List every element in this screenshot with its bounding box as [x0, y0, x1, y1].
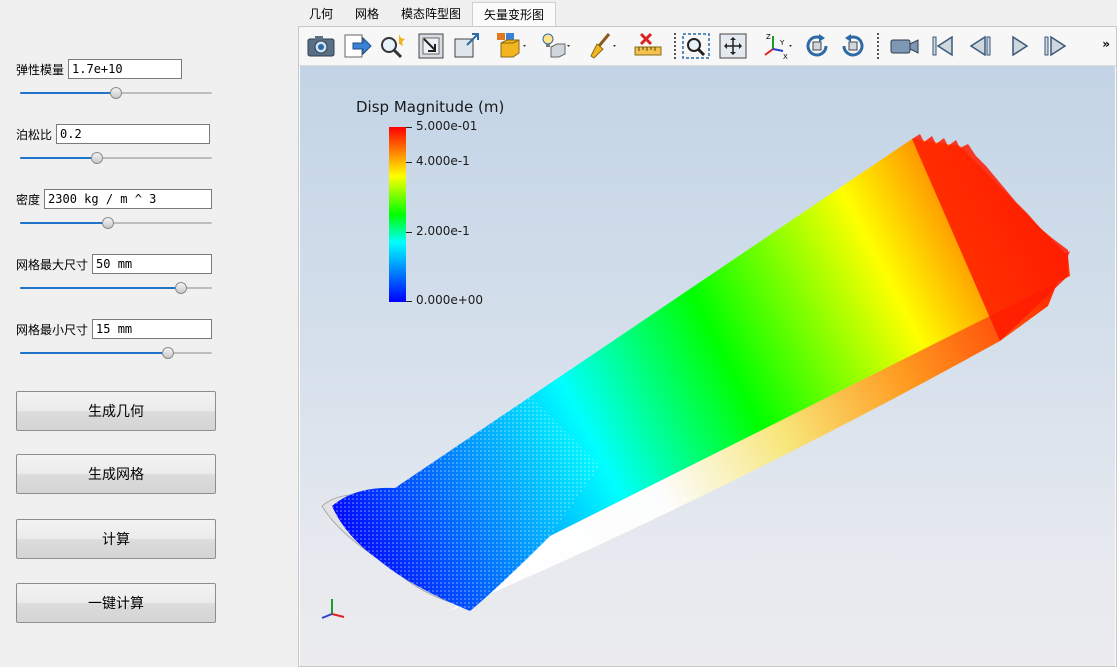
slider-handle[interactable]: [175, 282, 188, 294]
param-row-mesh-min-size: 网格最小尺寸: [16, 317, 213, 341]
legend-tick-mark: [406, 232, 412, 233]
svg-text:Z: Z: [766, 33, 771, 41]
zoom-box-icon[interactable]: [680, 31, 712, 61]
play-icon[interactable]: [1003, 31, 1035, 61]
legend-tick-mark: [406, 301, 412, 302]
legend-tick-label: 4.000e-1: [416, 154, 470, 168]
render-viewport[interactable]: Disp Magnitude (m) 5.000e-01 4.000e-1 2.…: [300, 66, 1115, 666]
slider-fill: [20, 287, 182, 289]
toolbar-separator: [877, 33, 879, 59]
poisson-ratio-label: 泊松比: [16, 127, 53, 142]
density-slider[interactable]: [20, 216, 212, 230]
legend-title: Disp Magnitude (m): [356, 98, 505, 116]
elastic-modulus-label: 弹性模量: [16, 62, 65, 77]
legend-tick-mark: [406, 127, 412, 128]
last-frame-icon[interactable]: [1039, 31, 1071, 61]
density-label: 密度: [16, 192, 41, 207]
compute-button[interactable]: 计算: [16, 519, 216, 559]
fit-view-icon[interactable]: [717, 31, 749, 61]
one-click-compute-button[interactable]: 一键计算: [16, 583, 216, 623]
light-bulb-icon[interactable]: [539, 31, 571, 61]
slider-handle[interactable]: [110, 87, 122, 99]
view-tabbar: 几何 网格 模态阵型图 矢量变形图: [298, 2, 557, 27]
generate-geometry-button[interactable]: 生成几何: [16, 391, 216, 431]
slider-fill: [20, 157, 97, 159]
record-camera-icon[interactable]: [889, 31, 921, 61]
mesh-max-size-slider[interactable]: [20, 281, 212, 295]
legend-tick-label: 5.000e-01: [416, 119, 478, 133]
color-legend-bar: [389, 127, 406, 302]
camera-icon[interactable]: [305, 31, 337, 61]
tab-vector-deformation[interactable]: 矢量变形图: [472, 2, 557, 27]
legend-tick-mark: [406, 162, 412, 163]
elastic-modulus-input[interactable]: [68, 59, 183, 79]
poisson-ratio-input[interactable]: [56, 124, 211, 144]
slider-handle[interactable]: [161, 347, 174, 359]
toolbar-separator: [674, 33, 676, 59]
param-row-density: 密度: [16, 187, 213, 211]
export-icon[interactable]: [341, 31, 373, 61]
param-row-mesh-max-size: 网格最大尺寸: [16, 252, 213, 276]
toolbar-overflow-button[interactable]: »: [1102, 37, 1110, 51]
svg-text:X: X: [783, 53, 788, 61]
zoom-magic-icon[interactable]: [377, 31, 409, 61]
first-frame-icon[interactable]: [927, 31, 959, 61]
mesh-speckle: [332, 396, 600, 611]
param-row-poisson-ratio: 泊松比: [16, 122, 211, 146]
rotate-ccw-icon[interactable]: [837, 31, 869, 61]
viewer-frame: ZYX » Disp Magnitude (m) 5.000e-01 4.000…: [298, 26, 1117, 667]
prev-frame-icon[interactable]: [965, 31, 997, 61]
rotate-cw-icon[interactable]: [801, 31, 833, 61]
mesh-min-size-input[interactable]: [92, 319, 213, 339]
slider-fill: [20, 352, 168, 354]
box-shading-icon[interactable]: [495, 31, 527, 61]
maximize-icon[interactable]: [451, 31, 483, 61]
legend-tick-label: 0.000e+00: [416, 293, 484, 307]
slider-fill: [20, 222, 109, 224]
slider-handle[interactable]: [90, 152, 103, 164]
elastic-modulus-slider[interactable]: [20, 86, 212, 100]
legend-tick-label: 2.000e-1: [416, 224, 470, 238]
tab-mesh[interactable]: 网格: [344, 2, 390, 26]
svg-text:Y: Y: [779, 39, 785, 47]
delete-ruler-icon[interactable]: [633, 31, 665, 61]
mesh-max-size-input[interactable]: [92, 254, 213, 274]
generate-mesh-button[interactable]: 生成网格: [16, 454, 216, 494]
mesh-min-size-label: 网格最小尺寸: [16, 322, 89, 337]
viewer-toolbar: ZYX »: [299, 27, 1116, 66]
poisson-ratio-slider[interactable]: [20, 151, 212, 165]
tab-geometry[interactable]: 几何: [298, 2, 344, 26]
density-input[interactable]: [44, 189, 213, 209]
reset-view-icon[interactable]: [415, 31, 447, 61]
mesh-max-size-label: 网格最大尺寸: [16, 257, 89, 272]
slider-handle[interactable]: [102, 217, 115, 229]
clear-brush-icon[interactable]: [585, 31, 617, 61]
slider-fill: [20, 92, 116, 94]
mesh-min-size-slider[interactable]: [20, 346, 212, 360]
axes-orientation-icon[interactable]: ZYX: [761, 31, 793, 61]
parameter-panel: 弹性模量 泊松比 密度 网格最大尺寸 网格最小尺寸: [0, 0, 298, 667]
tab-modal-shape[interactable]: 模态阵型图: [390, 2, 472, 26]
param-row-elastic-modulus: 弹性模量: [16, 57, 183, 81]
